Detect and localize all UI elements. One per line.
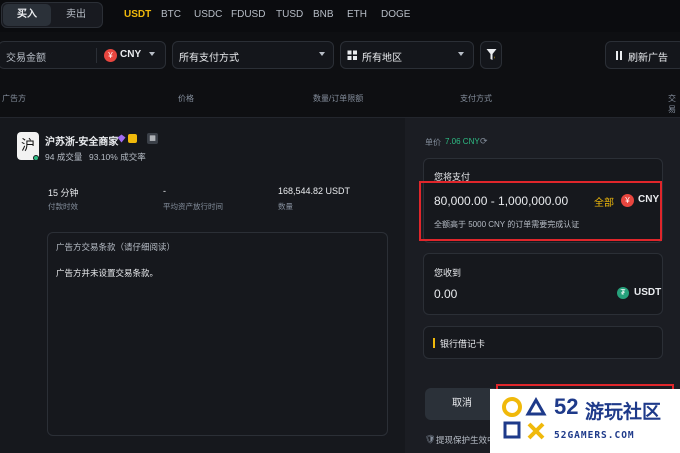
terms-title: 广告方交易条款（请仔细阅读） bbox=[56, 242, 176, 252]
pay-time-label: 付款时效 bbox=[48, 202, 78, 211]
funnel-icon bbox=[486, 49, 497, 60]
amount-input[interactable]: 交易金额 bbox=[6, 49, 46, 64]
watermark-logo-icon bbox=[502, 396, 547, 440]
pay-time-value: 15 分钟 bbox=[48, 188, 79, 198]
unit-price-value: 7.06 CNY bbox=[445, 137, 480, 146]
refresh-ads-button[interactable]: 刷新广告 bbox=[605, 41, 680, 69]
tether-icon: ₮ bbox=[617, 287, 629, 299]
pause-icon bbox=[616, 51, 618, 60]
terms-body: 广告方并未设置交易条款。 bbox=[56, 268, 159, 278]
payment-select[interactable]: 所有支付方式 bbox=[179, 49, 239, 64]
yen-icon: ¥ bbox=[104, 49, 117, 62]
merchant-badge-icon bbox=[128, 134, 137, 143]
chevron-down-icon bbox=[319, 52, 325, 56]
online-status-dot bbox=[33, 155, 39, 161]
globe-icon bbox=[347, 50, 357, 60]
currency-select[interactable]: CNY bbox=[120, 49, 141, 60]
quantity-label: 数量 bbox=[278, 202, 293, 211]
order-count: 94 成交量 bbox=[45, 152, 83, 162]
table-icon[interactable]: ▦ bbox=[147, 133, 158, 144]
buy-sell-toggle: 买入 卖出 bbox=[1, 2, 103, 28]
highlight-box bbox=[419, 181, 662, 241]
refresh-price-icon[interactable]: ⟳ bbox=[480, 136, 488, 147]
completion-rate: 93.10% 成交率 bbox=[89, 152, 146, 162]
receive-amount-input[interactable]: 0.00 bbox=[434, 287, 457, 301]
merchant-name[interactable]: 沪苏浙-安全商家 bbox=[45, 133, 118, 148]
release-time-value: - bbox=[163, 186, 166, 196]
chevron-down-icon bbox=[458, 52, 464, 56]
coin-tab-bnb[interactable]: BNB bbox=[313, 9, 334, 20]
receive-currency: USDT bbox=[634, 287, 662, 298]
col-quantity: 数量/订单限额 bbox=[313, 94, 364, 103]
tab-buy[interactable]: 买入 bbox=[3, 4, 51, 26]
coin-tab-usdc[interactable]: USDC bbox=[194, 9, 222, 20]
payment-filter[interactable]: 所有支付方式 bbox=[172, 41, 334, 69]
coin-tab-tusd[interactable]: TUSD bbox=[276, 9, 303, 20]
site-watermark: 52 游玩社区 52GAMERS.COM bbox=[490, 389, 680, 453]
coin-tab-doge[interactable]: DOGE bbox=[381, 9, 410, 20]
region-filter[interactable]: 所有地区 bbox=[340, 41, 474, 69]
top-bar: 买入 卖出 USDT BTC USDC FDUSD TUSD BNB ETH D… bbox=[0, 0, 680, 32]
watermark-name: 游玩社区 bbox=[585, 402, 662, 423]
coin-tab-btc[interactable]: BTC bbox=[161, 9, 181, 20]
tab-sell[interactable]: 卖出 bbox=[52, 4, 100, 26]
terms-box: 广告方交易条款（请仔细阅读） 广告方并未设置交易条款。 bbox=[47, 232, 388, 436]
verified-diamond-icon bbox=[117, 134, 126, 143]
receive-card[interactable]: 您收到 0.00 ₮ USDT bbox=[423, 253, 663, 315]
region-select[interactable]: 所有地区 bbox=[362, 49, 402, 64]
watermark-domain: 52GAMERS.COM bbox=[554, 430, 635, 441]
receive-label: 您收到 bbox=[434, 268, 462, 278]
col-trade: 交易 bbox=[668, 94, 676, 114]
payment-method-label: 银行借记卡 bbox=[440, 339, 486, 349]
filter-button[interactable] bbox=[480, 41, 502, 69]
coin-tab-usdt[interactable]: USDT bbox=[124, 9, 151, 20]
col-price: 价格 bbox=[178, 94, 194, 103]
refresh-ads-label: 刷新广告 bbox=[628, 53, 668, 64]
cancel-button[interactable]: 取消 bbox=[425, 388, 499, 420]
release-time-label: 平均资产放行时间 bbox=[163, 202, 223, 211]
protection-note: 提现保护生效中 bbox=[436, 435, 496, 445]
col-payment: 支付方式 bbox=[460, 94, 492, 103]
col-advertiser: 广告方 bbox=[2, 94, 26, 103]
payment-method-card[interactable]: 银行借记卡 bbox=[423, 326, 663, 359]
chevron-down-icon bbox=[149, 52, 155, 56]
merchant-section: 沪 沪苏浙-安全商家 ▦ 94 成交量 93.10% 成交率 15 分钟 付款时… bbox=[0, 118, 405, 453]
coin-tab-fdusd[interactable]: FDUSD bbox=[231, 9, 265, 20]
shield-icon: 🛡 bbox=[425, 434, 436, 444]
amount-filter[interactable]: 交易金额 ¥ CNY bbox=[0, 41, 166, 69]
coin-tab-eth[interactable]: ETH bbox=[347, 9, 367, 20]
divider bbox=[96, 48, 97, 63]
quantity-value: 168,544.82 USDT bbox=[278, 186, 351, 196]
unit-price-label: 单价 bbox=[425, 138, 441, 147]
watermark-number: 52 bbox=[554, 394, 579, 419]
method-accent-bar bbox=[433, 338, 435, 348]
